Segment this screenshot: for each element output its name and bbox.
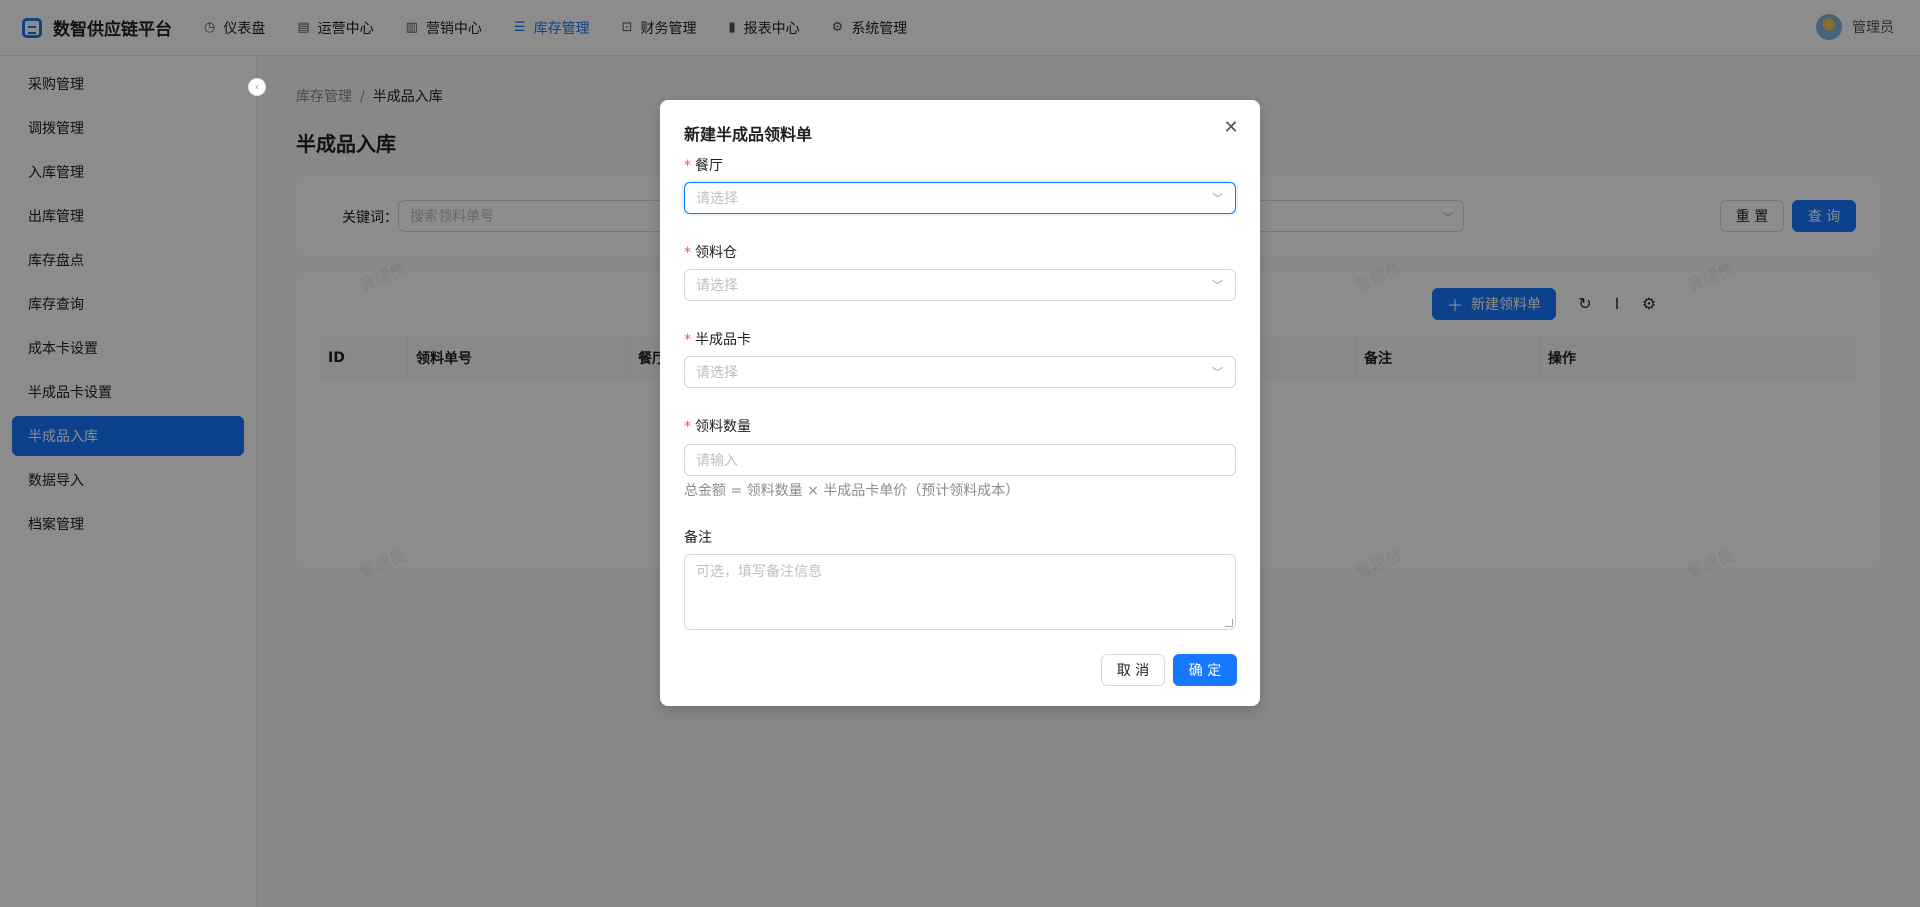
chevron-down-icon: ﹀ <box>1212 192 1223 205</box>
quantity-label: * 领料数量 <box>684 416 751 436</box>
warehouse-label-text: 领料仓 <box>695 245 737 261</box>
confirm-button[interactable]: 确 定 <box>1173 654 1237 686</box>
quantity-input[interactable]: 请输入 <box>684 444 1236 476</box>
required-mark: * <box>684 332 691 348</box>
restaurant-placeholder: 请选择 <box>696 191 738 207</box>
restaurant-label: * 餐厅 <box>684 155 723 175</box>
warehouse-placeholder: 请选择 <box>696 278 738 294</box>
remark-placeholder: 可选，填写备注信息 <box>696 564 822 580</box>
remark-label: 备注 <box>684 530 712 546</box>
semi-card-placeholder: 请选择 <box>696 365 738 381</box>
collapse-sidebar-icon[interactable]: ‹ <box>248 78 266 96</box>
restaurant-select[interactable]: 请选择 ﹀ <box>684 182 1236 214</box>
quantity-placeholder: 请输入 <box>696 453 738 469</box>
chevron-down-icon: ﹀ <box>1212 279 1223 292</box>
quantity-help-text: 总金额 = 领料数量 × 半成品卡单价（预计领料成本） <box>684 483 1020 499</box>
remark-textarea[interactable]: 可选，填写备注信息 <box>684 554 1236 630</box>
warehouse-select[interactable]: 请选择 ﹀ <box>684 269 1236 301</box>
required-mark: * <box>684 419 691 435</box>
semi-card-select[interactable]: 请选择 ﹀ <box>684 356 1236 388</box>
new-requisition-modal: 新建半成品领料单 ✕ * 餐厅 请选择 ﹀ * 领料仓 请选择 ﹀ * 半成品卡 请选择 ﹀… <box>660 100 1260 706</box>
cancel-button[interactable]: 取 消 <box>1101 654 1165 686</box>
semi-card-label: * 半成品卡 <box>684 329 751 349</box>
required-mark: * <box>684 158 691 174</box>
resize-handle-icon[interactable] <box>1225 619 1233 627</box>
modal-title: 新建半成品领料单 <box>684 125 813 144</box>
restaurant-label-text: 餐厅 <box>695 158 723 174</box>
required-mark: * <box>684 245 691 261</box>
semi-card-label-text: 半成品卡 <box>695 332 751 348</box>
chevron-down-icon: ﹀ <box>1212 366 1223 379</box>
close-icon[interactable]: ✕ <box>1220 116 1242 138</box>
warehouse-label: * 领料仓 <box>684 242 737 262</box>
quantity-label-text: 领料数量 <box>695 419 751 435</box>
